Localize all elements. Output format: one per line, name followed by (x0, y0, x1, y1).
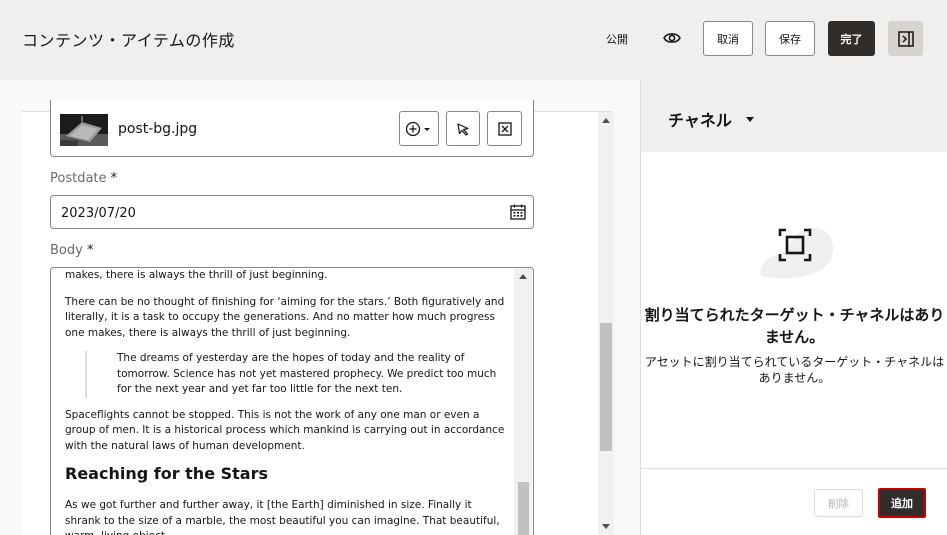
body-paragraph: As we got further and further away, it [… (65, 499, 500, 535)
body-blockquote: The dreams of yesterday are the hopes of… (85, 351, 505, 398)
body-label: Body * (50, 243, 94, 258)
media-select-button[interactable] (446, 111, 480, 146)
page-title: コンテンツ・アイテムの作成 (22, 31, 235, 50)
media-clear-button[interactable] (487, 111, 522, 146)
select-arrow-icon (457, 122, 469, 136)
remove-channel-button[interactable]: 削除 (814, 489, 863, 517)
page-scrollbar-thumb[interactable] (600, 323, 612, 451)
required-mark: * (110, 171, 118, 186)
scroll-down-arrow[interactable] (602, 524, 610, 529)
body-rich-text-editor[interactable]: makes, there is always the thrill of jus… (50, 267, 534, 535)
media-field: post-bg.jpg (50, 100, 534, 157)
cancel-button[interactable]: 取消 (703, 21, 753, 56)
page-header: コンテンツ・アイテムの作成 公開 取消 保存 完了 (0, 0, 947, 80)
channel-empty-icon (760, 227, 833, 279)
scroll-up-arrow[interactable] (602, 118, 610, 123)
add-circle-icon (405, 121, 430, 136)
empty-state-title: 割り当てられたターゲット・チャネルはありません。 (644, 306, 945, 346)
done-button[interactable]: 完了 (828, 21, 875, 56)
body-scrollbar-thumb[interactable] (518, 482, 529, 535)
preview-button[interactable] (660, 27, 684, 49)
empty-state-description: アセットに割り当てられているターゲット・チャネルはありません。 (644, 355, 945, 385)
body-paragraph: makes, there is always the thrill of jus… (65, 269, 328, 281)
save-button[interactable]: 保存 (765, 21, 815, 56)
body-heading: Reaching for the Stars (65, 464, 268, 483)
eye-icon (663, 33, 681, 43)
panel-toggle-icon (897, 30, 914, 47)
body-content[interactable]: makes, there is always the thrill of jus… (65, 268, 505, 535)
calendar-icon[interactable] (509, 203, 527, 221)
media-thumbnail (60, 114, 108, 146)
chevron-down-icon (745, 116, 754, 122)
required-mark: * (86, 243, 94, 258)
media-filename: post-bg.jpg (118, 121, 198, 137)
page-scrollbar[interactable] (598, 112, 614, 535)
scroll-up-arrow[interactable] (519, 274, 527, 279)
panel-toggle-button[interactable] (888, 21, 923, 56)
postdate-value: 2023/07/20 (61, 206, 136, 221)
channels-panel: チャネル 割り当てられたターゲット・チャネルはありません。 アセットに割り当てら… (640, 80, 947, 535)
postdate-field[interactable]: 2023/07/20 (50, 195, 534, 229)
channel-selector-label: チャネル (668, 111, 732, 130)
add-channel-button[interactable]: 追加 (878, 488, 926, 518)
postdate-label: Postdate * (50, 171, 118, 186)
clear-icon (497, 121, 512, 136)
body-paragraph: There can be no thought of finishing for… (65, 295, 505, 339)
channel-selector[interactable]: チャネル (668, 107, 754, 131)
media-add-button[interactable] (399, 111, 439, 146)
body-paragraph: Spaceflights cannot be stopped. This is … (65, 408, 505, 452)
body-scrollbar[interactable] (514, 268, 532, 535)
publish-label: 公開 (606, 33, 628, 46)
